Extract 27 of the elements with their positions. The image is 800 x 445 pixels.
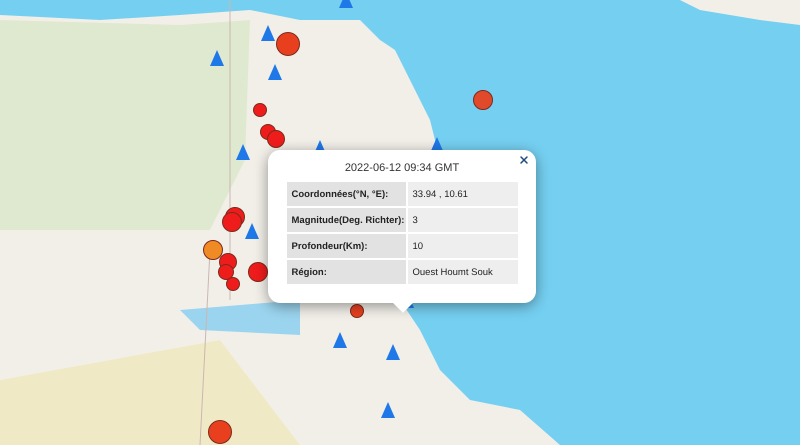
triangle-marker[interactable] xyxy=(236,144,250,160)
earthquake-marker[interactable] xyxy=(218,264,234,280)
table-cell: Profondeur(Km): xyxy=(286,234,406,258)
earthquake-marker[interactable] xyxy=(203,240,223,260)
triangle-marker[interactable] xyxy=(268,64,282,80)
table-cell: Coordonnées(°N, °E): xyxy=(286,182,406,206)
triangle-marker[interactable] xyxy=(210,50,224,66)
triangle-marker[interactable] xyxy=(333,332,347,348)
earthquake-marker[interactable] xyxy=(473,90,493,110)
earthquake-marker[interactable] xyxy=(267,130,285,148)
table-cell: Région: xyxy=(286,260,406,284)
table-cell: 3 xyxy=(408,208,518,232)
popup-title: 2022-06-12 09:34 GMT xyxy=(344,162,460,174)
triangle-marker[interactable] xyxy=(339,0,353,8)
table-cell: Magnitude(Deg. Richter): xyxy=(286,208,406,232)
table-cell: Ouest Houmt Souk xyxy=(408,260,518,284)
close-button[interactable] xyxy=(518,154,530,166)
triangle-marker[interactable] xyxy=(386,344,400,360)
table-cell: 10 xyxy=(408,234,518,258)
earthquake-marker[interactable] xyxy=(208,420,232,444)
table-cell: 33.94 , 10.61 xyxy=(408,182,518,206)
triangle-marker[interactable] xyxy=(381,402,395,418)
earthquake-marker[interactable] xyxy=(276,32,300,56)
triangle-marker[interactable] xyxy=(245,223,259,239)
earthquake-marker[interactable] xyxy=(248,262,268,282)
earthquake-marker[interactable] xyxy=(222,212,242,232)
triangle-marker[interactable] xyxy=(261,25,275,41)
